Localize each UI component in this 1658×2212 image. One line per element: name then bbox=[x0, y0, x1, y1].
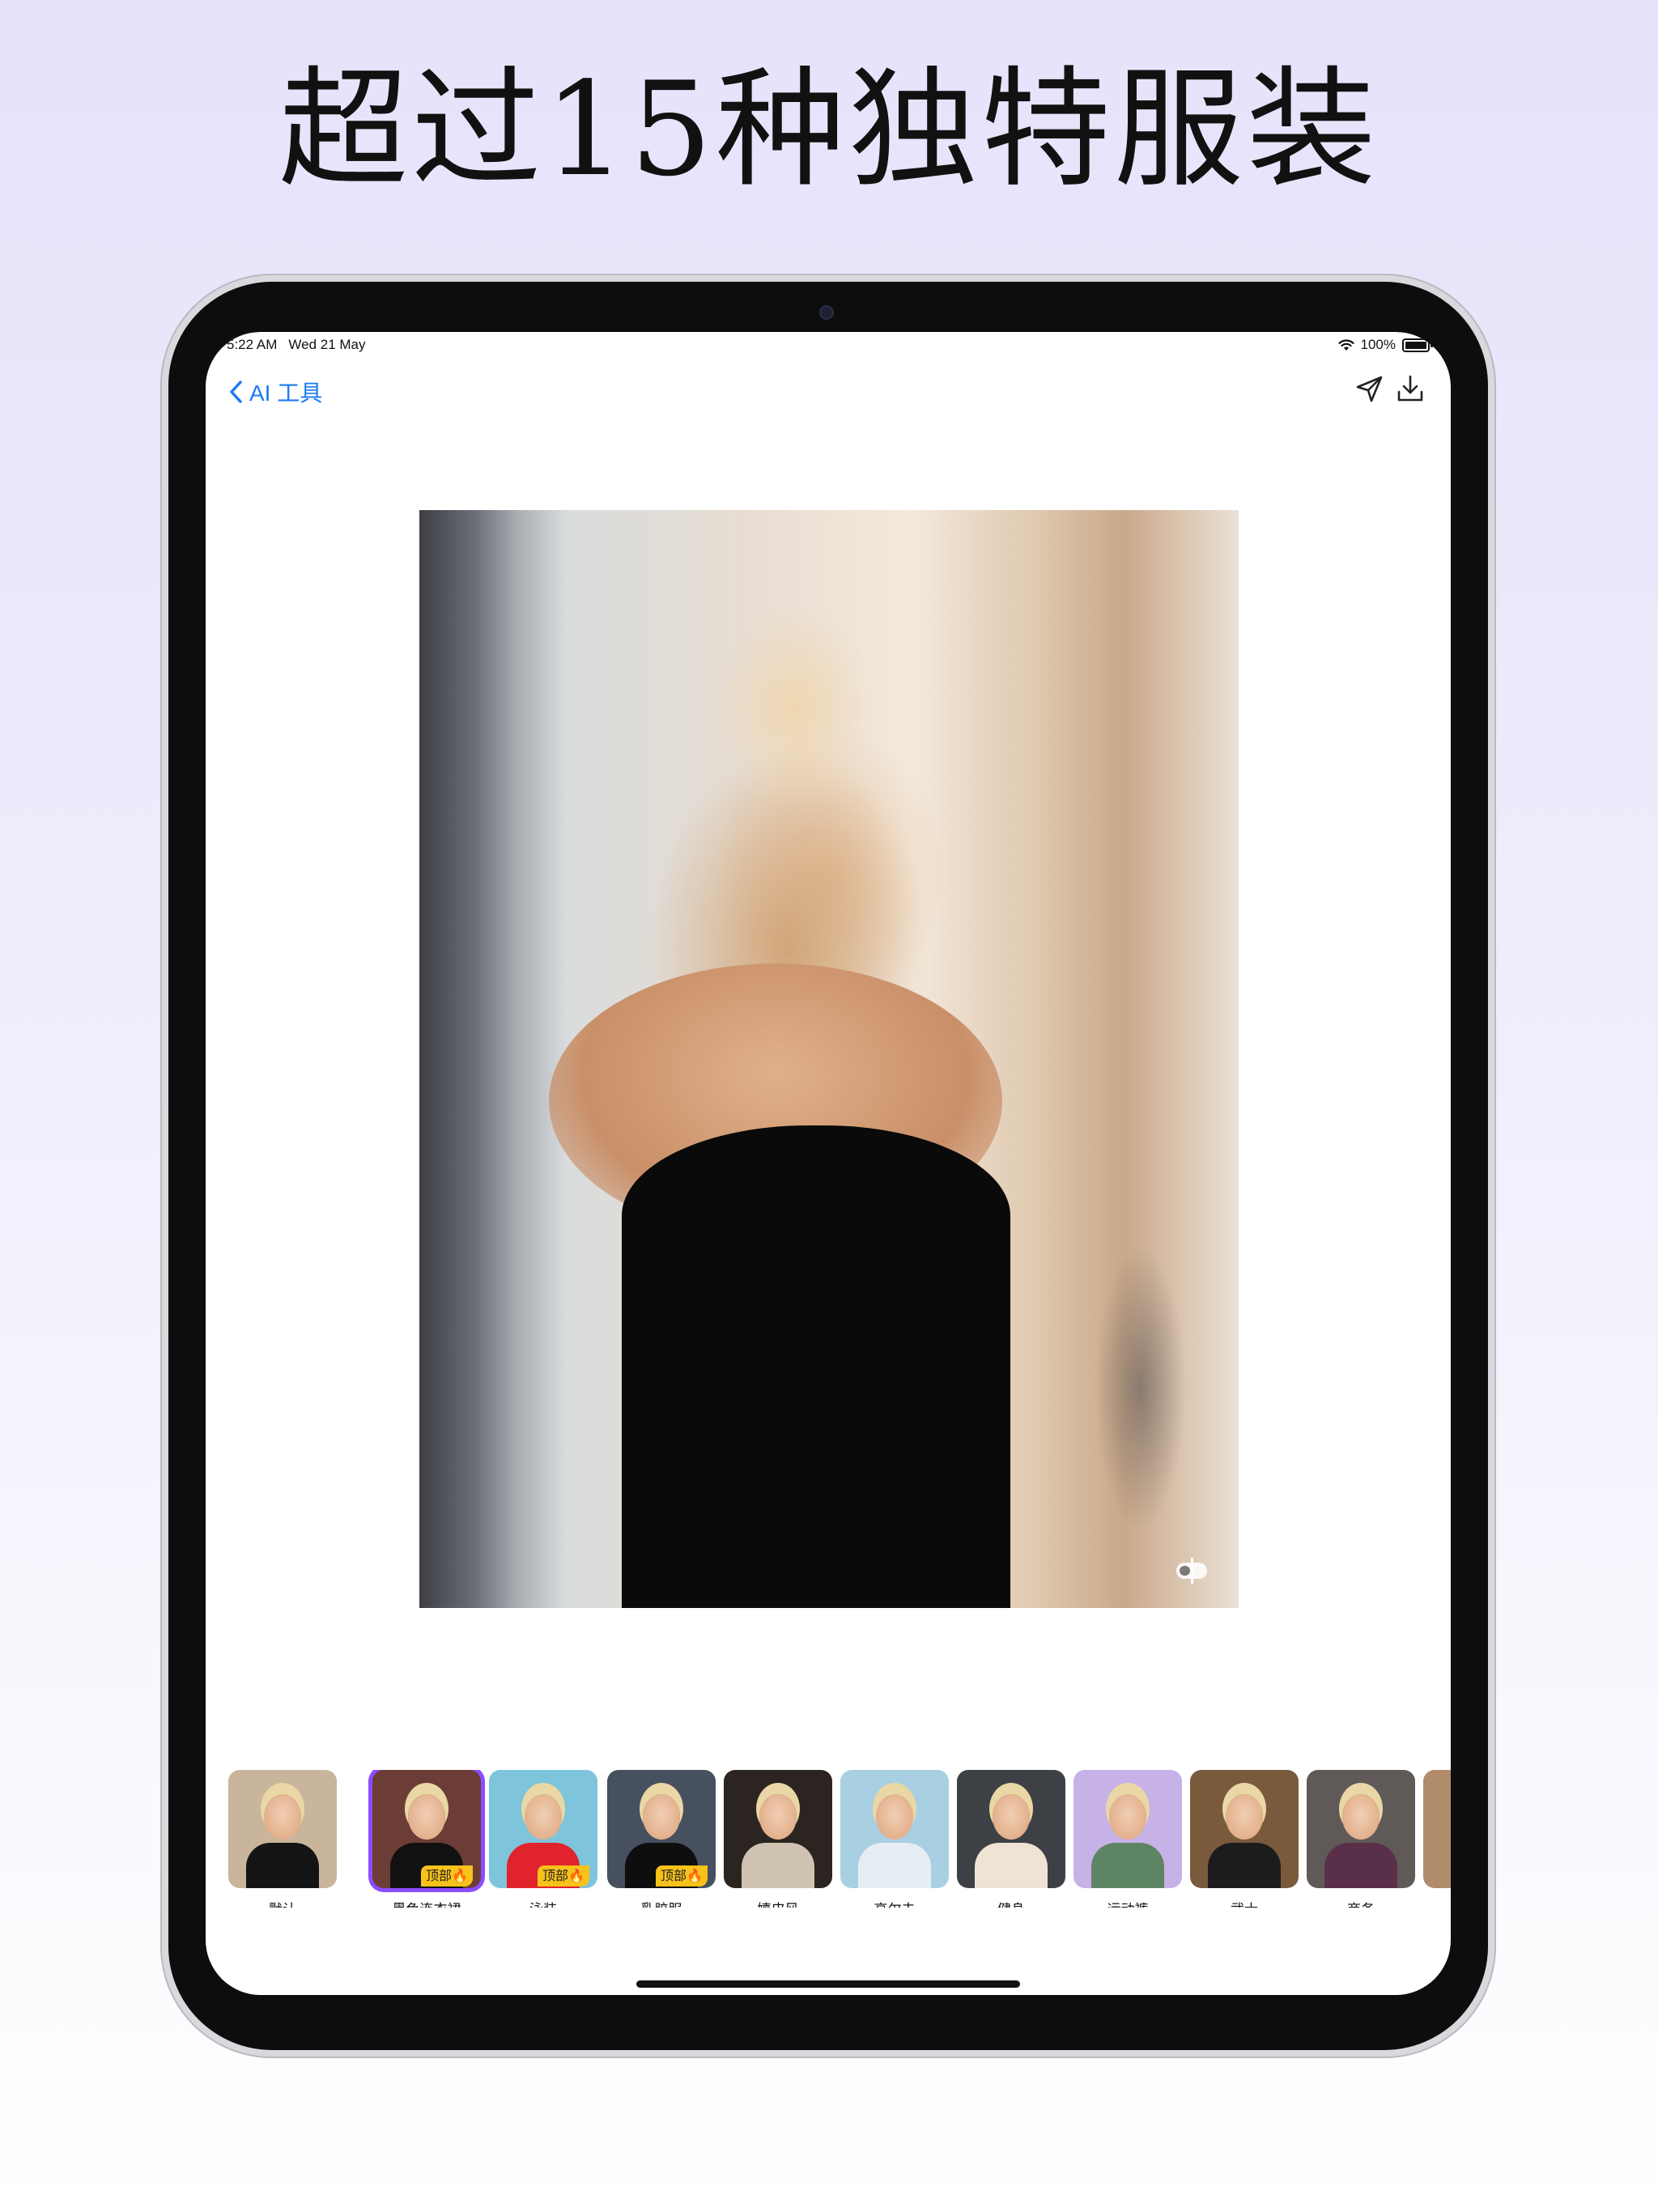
thumbnail-face bbox=[264, 1794, 301, 1840]
outfit-option[interactable]: 顶部🔥 乳胶服 bbox=[607, 1770, 716, 1908]
outfit-option-partial[interactable] bbox=[1423, 1770, 1451, 1888]
outfit-option[interactable]: 高尔夫 bbox=[840, 1770, 949, 1908]
thumbnail-face bbox=[1226, 1794, 1263, 1840]
thumbnail-outfit bbox=[1208, 1843, 1281, 1888]
status-time: 5:22 AM bbox=[227, 337, 278, 352]
thumbnail-outfit bbox=[246, 1843, 319, 1888]
thumbnail-face bbox=[643, 1794, 680, 1840]
status-date: Wed 21 May bbox=[288, 337, 366, 352]
thumbnail-outfit bbox=[1324, 1843, 1397, 1888]
send-icon[interactable] bbox=[1354, 372, 1386, 405]
outfit-label: 商务 bbox=[1307, 1898, 1415, 1908]
outfit-thumbnail: 顶部🔥 bbox=[607, 1770, 716, 1888]
outfit-option[interactable]: 健身 bbox=[957, 1770, 1065, 1908]
outfit-thumbnail bbox=[228, 1770, 337, 1888]
wifi-icon bbox=[1337, 338, 1354, 351]
outfit-label: 嬉皮风 bbox=[724, 1898, 832, 1908]
outfit-option[interactable]: 武士 bbox=[1190, 1770, 1299, 1908]
status-bar-left: 5:22 AM Wed 21 May bbox=[227, 337, 366, 353]
outfit-label: 高尔夫 bbox=[840, 1898, 949, 1908]
battery-icon bbox=[1402, 338, 1433, 352]
outfit-label: 乳胶服 bbox=[607, 1898, 716, 1908]
status-bar-right: 100% bbox=[1337, 337, 1433, 353]
outfit-option[interactable]: 顶部🔥 黑色连衣裙 bbox=[372, 1770, 481, 1908]
outfit-label: 武士 bbox=[1190, 1898, 1299, 1908]
top-badge: 顶部🔥 bbox=[538, 1865, 589, 1887]
outfit-label: 运动裤 bbox=[1073, 1898, 1182, 1908]
outfit-thumbnail: 顶部🔥 bbox=[372, 1770, 481, 1888]
top-badge: 顶部🔥 bbox=[656, 1865, 708, 1887]
outfit-thumbnail bbox=[1423, 1770, 1451, 1888]
thumbnail-face bbox=[525, 1794, 562, 1840]
outfit-thumbnail bbox=[1073, 1770, 1182, 1888]
thumbnail-face bbox=[876, 1794, 913, 1840]
outfit-thumbnail: 顶部🔥 bbox=[489, 1770, 597, 1888]
outfit-label: 默认 bbox=[228, 1898, 337, 1908]
thumbnail-face bbox=[1342, 1794, 1380, 1840]
outfit-thumbnail bbox=[957, 1770, 1065, 1888]
photo-subject-dress bbox=[622, 1125, 1010, 1608]
screen: 5:22 AM Wed 21 May 100% AI 工具 默认顶部🔥黑色连衣 bbox=[206, 332, 1451, 1995]
home-indicator bbox=[636, 1980, 1020, 1988]
outfit-option[interactable]: 运动裤 bbox=[1073, 1770, 1182, 1908]
thumbnail-outfit bbox=[858, 1843, 931, 1888]
thumbnail-face bbox=[993, 1794, 1030, 1840]
outfit-label: 健身 bbox=[957, 1898, 1065, 1908]
top-badge: 顶部🔥 bbox=[421, 1865, 473, 1887]
thumbnail-face bbox=[408, 1794, 445, 1840]
outfit-option[interactable]: 顶部🔥 泳装 bbox=[489, 1770, 597, 1908]
outfit-label: 黑色连衣裙 bbox=[372, 1898, 481, 1908]
front-camera bbox=[819, 305, 834, 320]
outfit-option[interactable]: 嬉皮风 bbox=[724, 1770, 832, 1908]
outfit-thumbnail bbox=[840, 1770, 949, 1888]
generated-photo bbox=[419, 510, 1239, 1608]
thumbnail-outfit bbox=[1091, 1843, 1164, 1888]
outfit-option[interactable]: 商务 bbox=[1307, 1770, 1415, 1908]
thumbnail-outfit bbox=[975, 1843, 1048, 1888]
download-icon[interactable] bbox=[1394, 372, 1426, 405]
back-label: AI 工具 bbox=[249, 381, 323, 406]
thumbnail-face bbox=[1109, 1794, 1146, 1840]
outfit-strip[interactable]: 默认 顶部🔥 黑色连衣裙 顶部🔥 泳装 顶部🔥 乳胶服嬉皮风高尔夫健身运动裤武士商务 bbox=[228, 1770, 1451, 1908]
compare-icon[interactable] bbox=[1174, 1556, 1209, 1585]
back-chevron-icon bbox=[230, 381, 242, 403]
outfit-thumbnail bbox=[724, 1770, 832, 1888]
thumbnail-face bbox=[759, 1794, 797, 1840]
outfit-thumbnail bbox=[1190, 1770, 1299, 1888]
outfit-label: 泳装 bbox=[489, 1898, 597, 1908]
thumbnail-outfit bbox=[742, 1843, 814, 1888]
back-button[interactable]: AI 工具 bbox=[228, 376, 322, 408]
outfit-option[interactable]: 默认 bbox=[228, 1770, 337, 1908]
outfit-thumbnail bbox=[1307, 1770, 1415, 1888]
headline: 超过15种独特服装 bbox=[278, 53, 1380, 205]
battery-percent: 100% bbox=[1360, 337, 1396, 352]
